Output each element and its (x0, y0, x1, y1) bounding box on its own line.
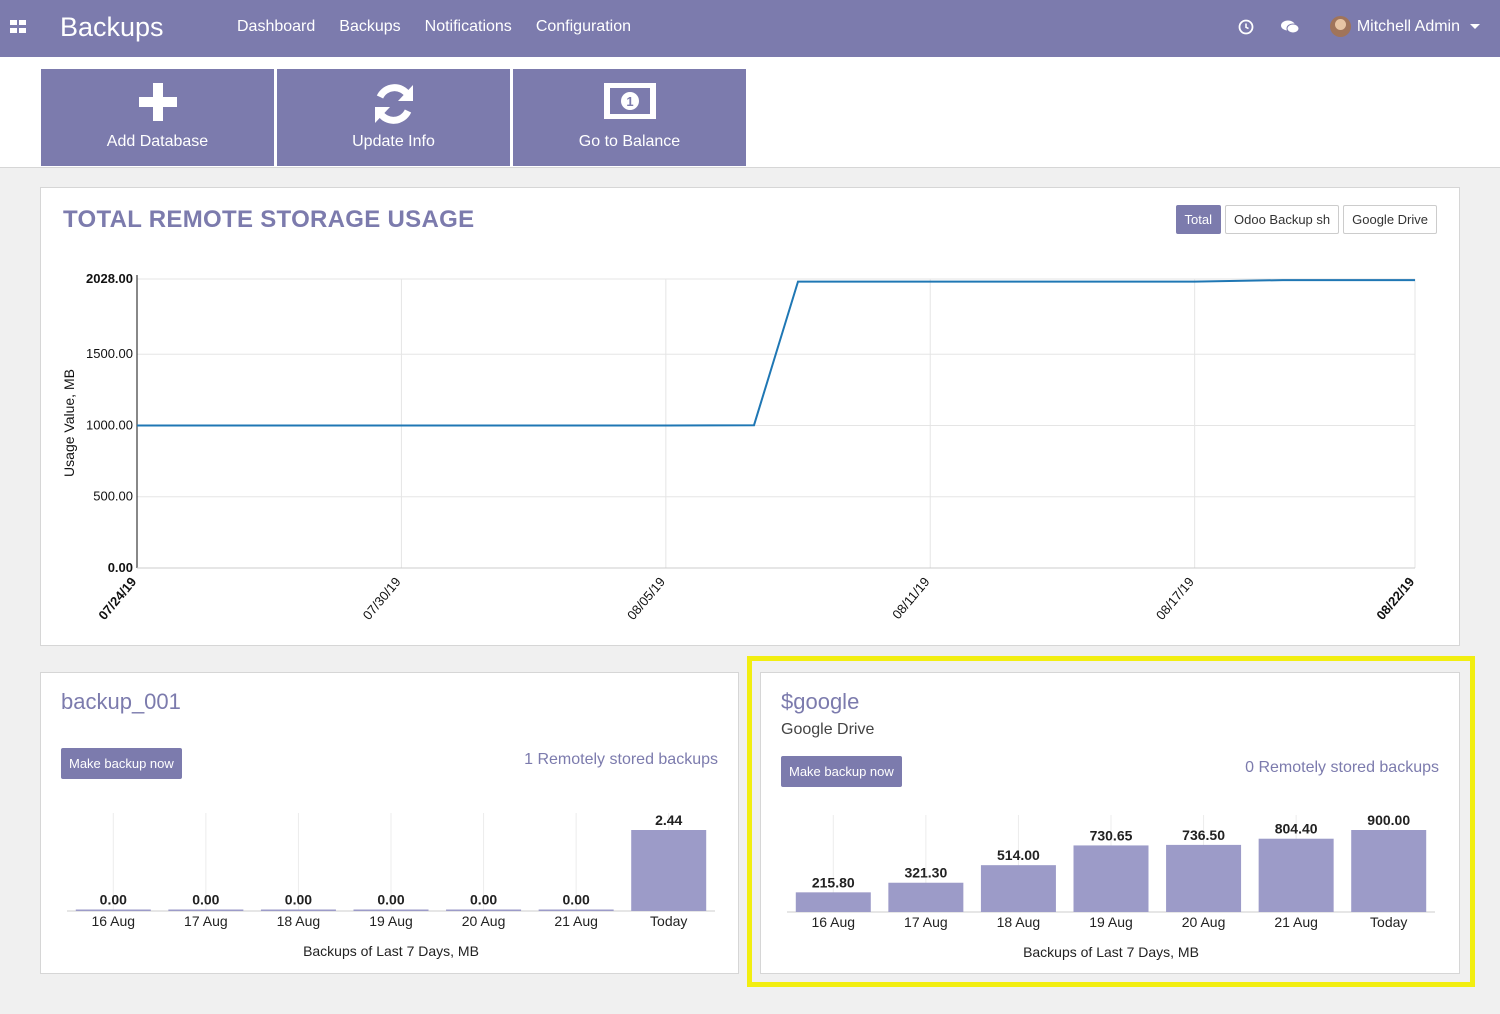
bar (980, 865, 1056, 912)
app-brand[interactable]: Backups (60, 12, 164, 43)
bar-value-label: 0.00 (563, 892, 590, 908)
bar-value-label: 0.00 (100, 892, 127, 908)
menu-item-backups[interactable]: Backups (339, 18, 400, 36)
storage-line-chart: 0.00 500.00 1000.00 1500.00 2028.00 07/24/19 0… (61, 271, 1417, 623)
menu-item-dashboard[interactable]: Dashboard (237, 18, 315, 36)
chat-icon[interactable] (1280, 17, 1300, 37)
x-tick-label: 08/17/19 (1153, 574, 1197, 622)
x-tick-label: 07/24/19 (95, 574, 139, 622)
x-tick-label: 20 Aug (462, 913, 506, 929)
apps-menu-icon[interactable] (10, 20, 28, 34)
backup-bar-chart: 215.80 16 Aug 321.30 17 Aug 514.00 18 Aug 730.… (787, 812, 1435, 960)
go-to-balance-button[interactable]: 1 Go to Balance (513, 69, 746, 166)
bar-value-label: 514.00 (997, 847, 1040, 863)
systray: Mitchell Admin (1236, 16, 1480, 37)
bar (631, 830, 707, 911)
menu-item-configuration[interactable]: Configuration (536, 18, 631, 36)
bar (538, 909, 614, 911)
avatar (1329, 16, 1351, 37)
svg-text:1: 1 (626, 94, 633, 109)
bar (446, 909, 522, 911)
bar (795, 892, 871, 912)
x-tick-label: Today (650, 913, 687, 929)
bar (1258, 838, 1334, 912)
backup-card-backup-001: backup_001 Make backup now 1 Remotely st… (40, 672, 739, 974)
backup-card-google: $google Google Drive Make backup now 0 R… (760, 672, 1460, 974)
bar-value-label: 0.00 (470, 892, 497, 908)
bar-value-label: 2.44 (655, 812, 682, 828)
y-axis-label: Usage Value, MB (61, 369, 77, 477)
y-tick-label: 0.00 (108, 560, 133, 575)
x-tick-label: 18 Aug (277, 913, 321, 929)
x-tick-label: 20 Aug (1182, 914, 1226, 930)
refresh-icon (374, 84, 413, 124)
storage-usage-panel: TOTAL REMOTE STORAGE USAGE Total Odoo Ba… (40, 187, 1460, 646)
main-menu: Dashboard Backups Notifications Configur… (237, 18, 631, 36)
x-tick-label: 16 Aug (811, 914, 855, 930)
bar (168, 909, 244, 911)
money-icon: 1 (603, 83, 656, 119)
bar (75, 909, 151, 911)
bar (1166, 844, 1242, 912)
x-tick-label: 17 Aug (904, 914, 948, 930)
plus-icon (138, 83, 177, 121)
bar-value-label: 0.00 (377, 892, 404, 908)
tile-label: Update Info (352, 133, 435, 150)
user-name: Mitchell Admin (1356, 17, 1460, 35)
user-menu[interactable]: Mitchell Admin (1329, 16, 1480, 37)
chevron-down-icon (1470, 24, 1480, 29)
menu-item-notifications[interactable]: Notifications (425, 18, 512, 36)
x-tick-label: 08/11/19 (889, 574, 932, 622)
top-navbar: Backups Dashboard Backups Notifications … (0, 0, 1500, 57)
y-tick-label: 1500.00 (86, 346, 133, 361)
bar-value-label: 900.00 (1367, 812, 1410, 828)
bar-value-label: 215.80 (812, 874, 855, 890)
bar (888, 882, 964, 912)
usage-series-line (137, 279, 1415, 427)
y-tick-label: 2028.00 (86, 271, 133, 286)
bar (1351, 830, 1427, 912)
x-tick-label: 17 Aug (184, 913, 228, 929)
bar-value-label: 321.30 (904, 865, 947, 881)
x-tick-label: 19 Aug (369, 913, 413, 929)
x-tick-label: 19 Aug (1089, 914, 1133, 930)
x-tick-label: Today (1370, 914, 1407, 930)
bar-value-label: 736.50 (1182, 827, 1225, 843)
x-axis-label: Backups of Last 7 Days, MB (1023, 944, 1199, 960)
bar-value-label: 804.40 (1275, 821, 1318, 837)
update-info-button[interactable]: Update Info (277, 69, 510, 166)
y-tick-label: 1000.00 (86, 417, 133, 432)
bar-value-label: 0.00 (192, 892, 219, 908)
x-tick-label: 16 Aug (91, 913, 135, 929)
tile-label: Go to Balance (578, 133, 681, 150)
y-tick-label: 500.00 (93, 489, 133, 504)
x-axis-label: Backups of Last 7 Days, MB (303, 943, 479, 959)
x-tick-label: 07/30/19 (360, 574, 404, 622)
bar-value-label: 0.00 (285, 892, 312, 908)
x-tick-label: 21 Aug (554, 913, 598, 929)
tile-label: Add Database (106, 133, 209, 150)
action-band: Add Database Update Info 1 Go to Balance (0, 57, 1500, 168)
x-tick-label: 21 Aug (1274, 914, 1318, 930)
bar-value-label: 730.65 (1090, 827, 1133, 843)
x-tick-label: 18 Aug (997, 914, 1041, 930)
bar (1073, 845, 1149, 912)
clock-icon[interactable] (1236, 17, 1256, 37)
bar (260, 909, 336, 911)
x-tick-label: 08/22/19 (1373, 574, 1417, 622)
x-tick-label: 08/05/19 (624, 574, 668, 622)
add-database-button[interactable]: Add Database (41, 69, 274, 166)
bar (353, 909, 429, 911)
backup-bar-chart: 0.00 16 Aug 0.00 17 Aug 0.00 18 Aug 0.00 19 Aug… (67, 812, 715, 959)
